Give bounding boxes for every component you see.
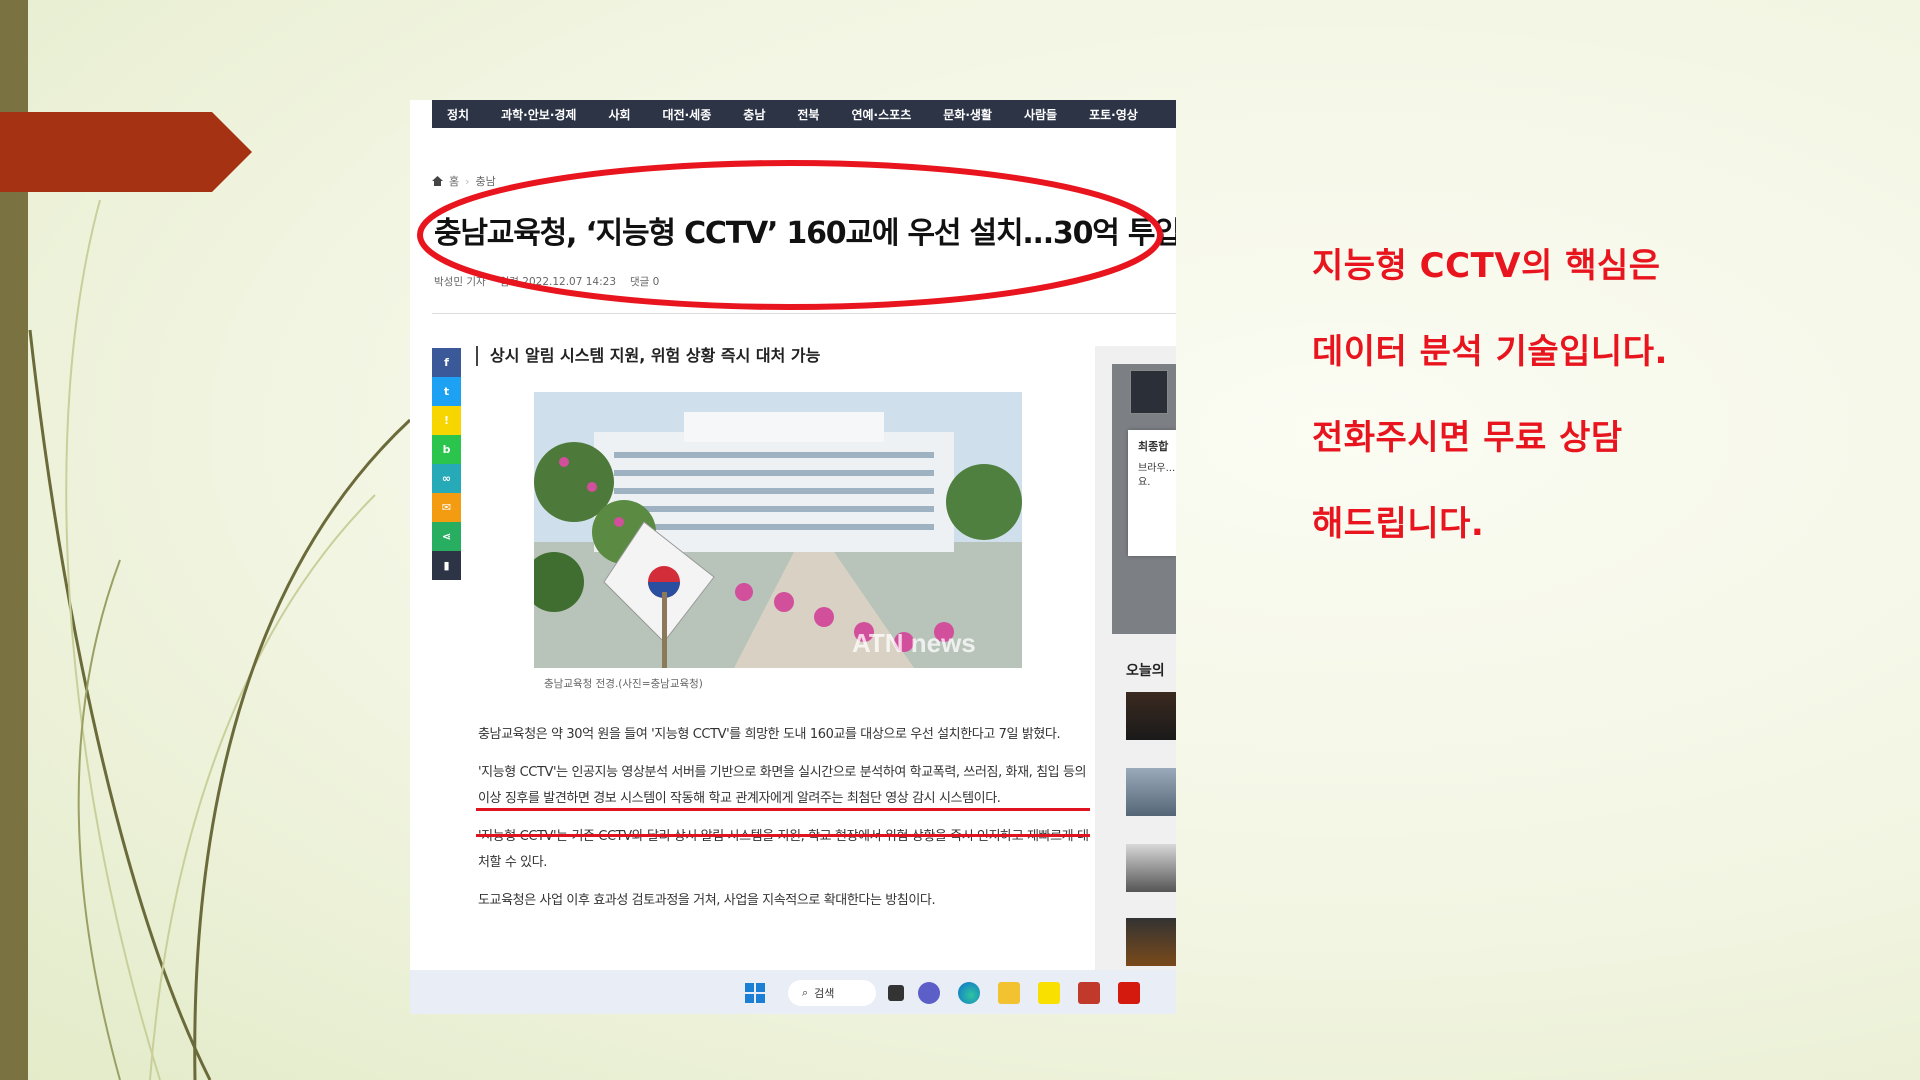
kakaotalk-icon[interactable]: [1038, 982, 1060, 1004]
article-paragraph: '지능형 CCTV'는 인공지능 영상분석 서버를 기반으로 화면을 실시간으로…: [478, 765, 1087, 806]
article-subheadline: 상시 알림 시스템 지원, 위험 상황 즉시 대처 가능: [476, 346, 820, 366]
twitter-icon[interactable]: t: [432, 377, 461, 406]
link-icon[interactable]: ∞: [432, 464, 461, 493]
teams-icon[interactable]: [918, 982, 940, 1004]
search-icon: ⌕: [802, 986, 809, 999]
article-photo: ATN news: [534, 392, 1022, 668]
nav-item[interactable]: 연예·스포츠: [851, 106, 911, 123]
bookmark-icon[interactable]: ▮: [432, 551, 461, 580]
atn-logo-icon: [1130, 370, 1168, 414]
divider: [432, 313, 1176, 314]
top-nav-bar: 정치 과학·안보·경제 사회 대전·세종 충남 전북 연예·스포츠 문화·생활 …: [432, 100, 1176, 128]
article-screenshot: 정치 과학·안보·경제 사회 대전·세종 충남 전북 연예·스포츠 문화·생활 …: [410, 100, 1176, 1014]
edge-icon[interactable]: [958, 982, 980, 1004]
news-thumbnail[interactable]: [1126, 692, 1176, 740]
slide-text-line: 데이터 분석 기술입니다.: [1312, 332, 1668, 372]
facebook-icon[interactable]: f: [432, 348, 461, 377]
nav-item[interactable]: 문화·생활: [943, 106, 992, 123]
et-app-icon[interactable]: [1078, 982, 1100, 1004]
windows-start-icon[interactable]: [744, 982, 766, 1004]
slide-text-line: 전화주시면 무료 상담: [1312, 418, 1623, 458]
red-highlight-ellipse: [417, 160, 1163, 310]
band-icon[interactable]: b: [432, 435, 461, 464]
pdf-icon[interactable]: [1118, 982, 1140, 1004]
news-thumbnail[interactable]: [1126, 768, 1176, 816]
task-view-icon[interactable]: [888, 985, 904, 1001]
share-bar: f t ! b ∞ ✉ ⋖ ▮: [432, 348, 461, 580]
photo-watermark: ATN news: [852, 628, 976, 658]
mail-icon[interactable]: ✉: [432, 493, 461, 522]
nav-item[interactable]: 정치: [447, 106, 469, 123]
nav-item[interactable]: 포토·영상: [1089, 106, 1138, 123]
article-paragraph: '지능형 CCTV'는 기존 CCTV와 달리 상시 알림 시스템을 지원, 학…: [478, 829, 1089, 870]
photo-caption: 충남교육청 전경.(사진=충남교육청): [544, 678, 703, 690]
nav-item[interactable]: 전북: [797, 106, 819, 123]
red-underline: [476, 834, 1090, 837]
news-thumbnail[interactable]: [1126, 918, 1176, 966]
slide-text-line: 지능형 CCTV의 핵심은: [1312, 246, 1661, 286]
sidebar-popup[interactable]: 최종합 브라우... 요.: [1128, 430, 1176, 556]
nav-item[interactable]: 충남: [743, 106, 765, 123]
nav-item[interactable]: 사회: [608, 106, 630, 123]
popup-text: 브라우... 요.: [1138, 463, 1176, 488]
article-paragraph: 도교육청은 사업 이후 효과성 검토과정을 거쳐, 사업을 지속적으로 확대한다…: [478, 893, 936, 908]
article-paragraph: 충남교육청은 약 30억 원을 들여 '지능형 CCTV'를 희망한 도내 16…: [478, 727, 1061, 742]
slide-text-line: 해드립니다.: [1312, 504, 1485, 544]
nav-item[interactable]: 사람들: [1024, 106, 1057, 123]
red-underline: [476, 808, 1090, 811]
nav-item[interactable]: 대전·세종: [663, 106, 712, 123]
title-arrow-shape: [0, 112, 252, 192]
search-label: 검색: [814, 987, 835, 1000]
article-body: 충남교육청은 약 30억 원을 들여 '지능형 CCTV'를 희망한 도내 16…: [478, 722, 1094, 926]
kakaostory-icon[interactable]: !: [432, 406, 461, 435]
share-icon[interactable]: ⋖: [432, 522, 461, 551]
nav-item[interactable]: 과학·안보·경제: [501, 106, 576, 123]
file-explorer-icon[interactable]: [998, 982, 1020, 1004]
sidebar-today-heading: 오늘의: [1126, 663, 1165, 679]
taskbar-search[interactable]: ⌕ 검색: [788, 980, 876, 1006]
news-thumbnail[interactable]: [1126, 844, 1176, 892]
popup-title: 최종합: [1138, 440, 1169, 453]
